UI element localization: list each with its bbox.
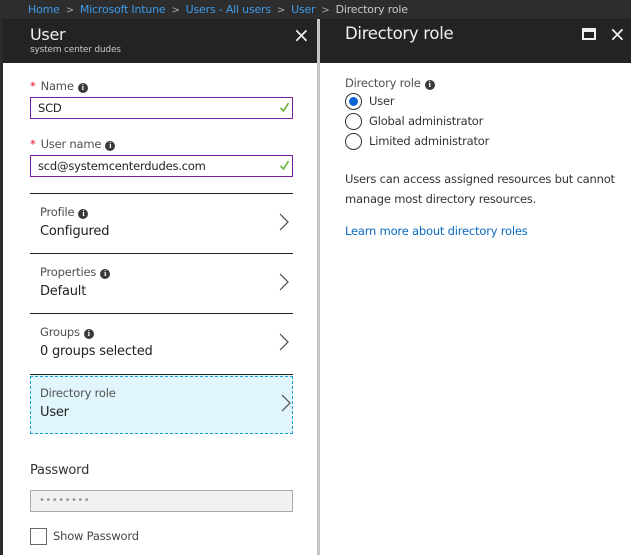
chevron-right-icon [279, 213, 289, 231]
chevron-right-icon [281, 394, 291, 412]
info-icon[interactable]: i [424, 80, 435, 90]
radio-selected-icon[interactable] [345, 93, 362, 110]
username-label: User name [40, 137, 102, 151]
info-icon[interactable]: i [78, 209, 89, 219]
name-value: SCD [38, 101, 62, 115]
maximize-icon[interactable] [582, 28, 596, 40]
breadcrumb: Home > Microsoft Intune > Users - All users >… [0, 0, 631, 19]
nav-item-properties[interactable]: Properties i Default [30, 253, 293, 313]
info-icon[interactable]: i [105, 141, 116, 151]
checkmark-icon [280, 160, 289, 171]
nav-item-directory-role[interactable]: Directory role User [30, 374, 293, 434]
password-input[interactable]: •••••••• [30, 490, 293, 512]
name-input[interactable]: SCD [30, 97, 293, 119]
role-description: Users can access assigned resources but … [345, 172, 615, 206]
groups-label: Groups [40, 325, 80, 339]
close-icon[interactable]: × [293, 25, 310, 45]
profile-value: Configured [40, 224, 110, 239]
username-field: * User name i scd@systemcenterdudes.com [30, 137, 293, 177]
chevron-right-icon: > [171, 5, 180, 16]
profile-label: Profile [40, 205, 75, 219]
username-value: scd@systemcenterdudes.com [38, 159, 206, 173]
nav-item-groups[interactable]: Groups i 0 groups selected [30, 313, 293, 373]
chevron-right-icon: > [276, 5, 286, 16]
password-label: Password [30, 463, 90, 478]
user-blade-title: User [30, 25, 66, 44]
learn-more-link[interactable]: Learn more about directory roles [345, 224, 528, 238]
directory-role-value: User [40, 405, 69, 420]
chevron-right-icon [279, 333, 289, 351]
name-label: Name [40, 79, 74, 93]
show-password-checkbox[interactable] [30, 528, 47, 545]
directory-role-blade: Directory role × Directory role i User Gl… [320, 19, 631, 555]
user-blade-header: User system center dudes × [3, 19, 317, 63]
chevron-right-icon [279, 273, 289, 291]
radio-label: Limited administrator [369, 134, 490, 148]
breadcrumb-current: Directory role [335, 3, 408, 16]
info-icon[interactable]: i [77, 83, 88, 93]
radio-label: User [369, 94, 395, 108]
breadcrumb-microsoft-intune[interactable]: Microsoft Intune [80, 3, 166, 16]
directory-role-label: Directory role [40, 386, 116, 400]
checkmark-icon [280, 102, 289, 113]
info-icon[interactable]: i [100, 269, 111, 279]
user-blade-subtitle: system center dudes [30, 45, 121, 55]
breadcrumb-home[interactable]: Home [28, 3, 60, 16]
radio-icon[interactable] [345, 133, 362, 150]
required-marker: * [30, 137, 36, 151]
show-password-label[interactable]: Show Password [53, 529, 139, 543]
properties-value: Default [40, 284, 87, 299]
chevron-right-icon: > [65, 5, 74, 16]
username-input[interactable]: scd@systemcenterdudes.com [30, 155, 293, 177]
breadcrumb-user[interactable]: User [291, 3, 315, 16]
required-marker: * [30, 79, 36, 93]
radio-label: Global administrator [369, 114, 484, 128]
directory-role-field-label: Directory role [345, 76, 421, 90]
info-icon[interactable]: i [83, 329, 94, 339]
properties-label: Properties [40, 265, 97, 279]
breadcrumb-all-users[interactable]: Users - All users [186, 3, 271, 16]
directory-role-blade-header: Directory role × [320, 19, 631, 63]
name-field: * Name i SCD [30, 79, 293, 119]
close-icon[interactable]: × [609, 24, 626, 44]
nav-item-profile[interactable]: Profile i Configured [30, 193, 293, 253]
groups-value: 0 groups selected [40, 344, 153, 359]
radio-icon[interactable] [345, 113, 362, 130]
focus-outline [30, 376, 293, 434]
chevron-right-icon: > [321, 5, 330, 16]
